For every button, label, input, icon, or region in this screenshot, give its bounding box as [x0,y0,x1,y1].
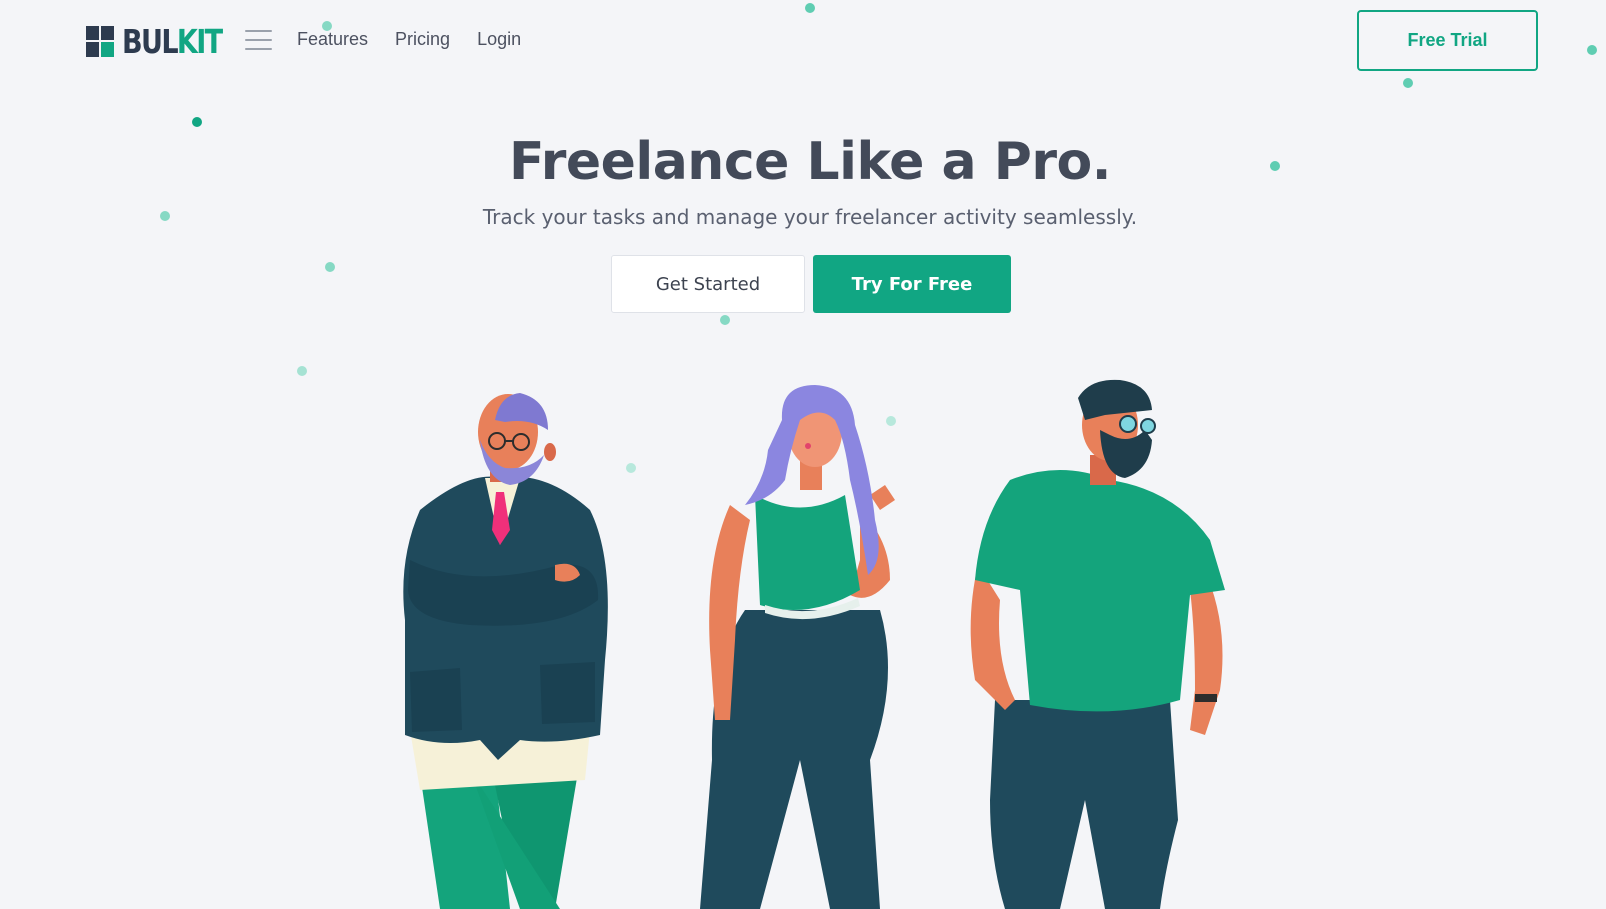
bearded-man-figure [970,379,1225,909]
woman-figure [700,385,895,909]
businessman-figure [403,393,608,909]
hero-illustration [403,379,1225,909]
